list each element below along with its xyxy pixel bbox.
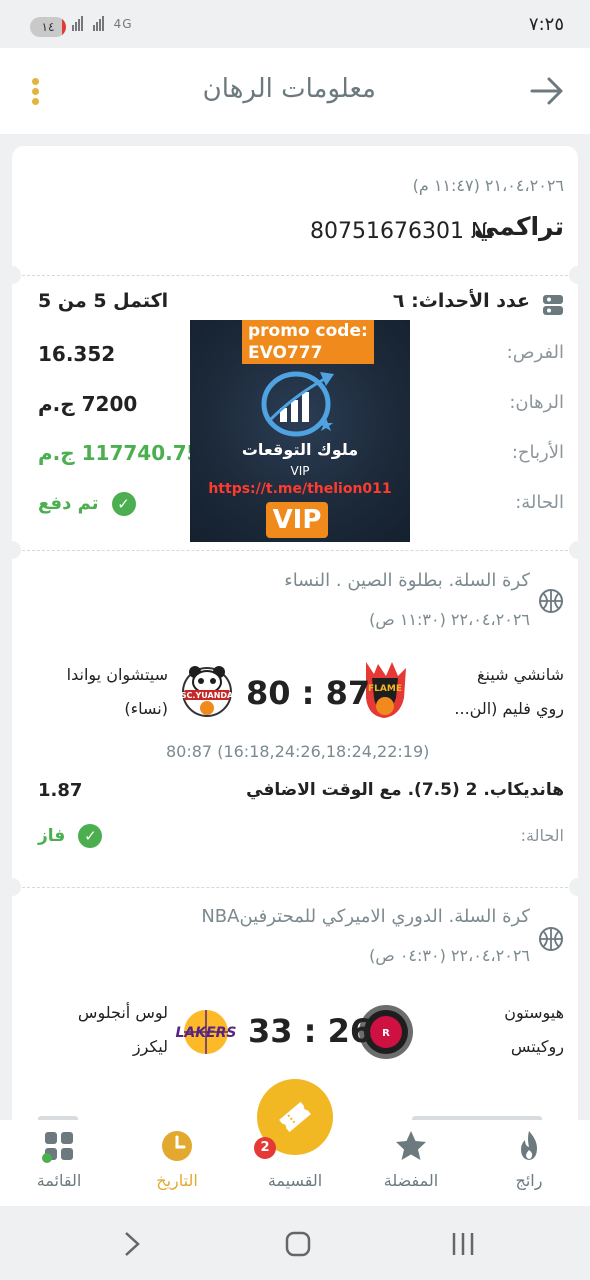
network-type: 4G bbox=[113, 17, 133, 31]
recents-nav-icon[interactable] bbox=[450, 1230, 476, 1258]
svg-text:SC.YUANDA: SC.YUANDA bbox=[181, 691, 234, 700]
away-team: لوس أنجلوس ليكرز bbox=[38, 996, 168, 1064]
event-league: كرة السلة. بطلوة الصين . النساء bbox=[284, 570, 530, 591]
event-status-badge: ✓ فاز bbox=[38, 824, 103, 848]
basketball-icon bbox=[539, 927, 563, 951]
check-icon: ✓ bbox=[78, 824, 103, 848]
event-date: ٢٢،٠٤،٢٠٢٦ (١١:٣٠ ص) bbox=[369, 610, 530, 629]
back-nav-icon[interactable] bbox=[122, 1230, 142, 1258]
promo-overlay-image: promo code: EVO777 ملوك التوقعات VIP htt… bbox=[190, 320, 410, 542]
event-status-value: فاز bbox=[38, 826, 66, 846]
home-team: هيوستون روكيتس bbox=[434, 996, 564, 1064]
event-odd: 1.87 bbox=[38, 780, 83, 801]
events-count: عدد الأحداث: ٦ bbox=[392, 290, 530, 312]
stake-label: الرهان: bbox=[509, 392, 564, 413]
event-date: ٢٢،٠٤،٢٠٢٦ (٠٤:٣٠ ص) bbox=[369, 946, 530, 965]
sc-yuanda-team-logo-icon: SC.YUANDA bbox=[181, 666, 234, 717]
fire-icon bbox=[521, 1131, 537, 1160]
battery-indicator: ١٤ bbox=[30, 17, 66, 37]
nav-item-trending[interactable]: رائج bbox=[470, 1120, 588, 1206]
bet-number: 80751676301 № bbox=[310, 219, 494, 244]
check-icon: ✓ bbox=[111, 492, 136, 516]
svg-text:R: R bbox=[382, 1028, 390, 1039]
home-team: شانشي شينغ روي فليم (الن... bbox=[414, 658, 564, 726]
promo-vip-small: VIP bbox=[290, 464, 310, 478]
away-team-name-cont: (نساء) bbox=[124, 699, 168, 718]
nav-item-menu[interactable]: القائمة bbox=[0, 1120, 118, 1206]
coupon-count-badge: 2 bbox=[254, 1137, 276, 1159]
nav-label: التاريخ bbox=[156, 1171, 198, 1190]
promo-vip-badge: VIP bbox=[266, 502, 328, 538]
star-icon bbox=[396, 1131, 426, 1160]
bet-date: ٢١،٠٤،٢٠٢٦ (١١:٤٧ م) bbox=[412, 176, 564, 195]
odds-value: 16.352 bbox=[38, 342, 116, 366]
away-team-name-cont: ليكرز bbox=[132, 1037, 168, 1056]
nav-label: القائمة bbox=[36, 1171, 82, 1190]
event-status-label: الحالة: bbox=[520, 826, 564, 845]
stake-value: 7200 ج.م bbox=[38, 392, 138, 416]
chart-growth-icon bbox=[261, 371, 334, 437]
promo-code-value: EVO777 bbox=[248, 343, 323, 363]
bet-card: ٢١،٠٤،٢٠٢٦ (١١:٤٧ م) تراكمي 80751676301 … bbox=[12, 146, 578, 1146]
bet-market: هانديكاب. 2 (7.5). مع الوقت الاضافي bbox=[246, 780, 564, 800]
status-value: تم دفع bbox=[38, 493, 99, 514]
home-team-name-cont: روي فليم (الن... bbox=[454, 699, 564, 718]
back-arrow-icon[interactable] bbox=[530, 76, 564, 106]
clock: ٧:٢٥ bbox=[528, 14, 564, 35]
signal-icon: 4G bbox=[72, 16, 133, 31]
event-league: كرة السلة. الدوري الاميركي للمحترفينNBA bbox=[201, 906, 530, 927]
away-team-name: سيتشوان يواندا bbox=[66, 665, 168, 684]
svg-text:FLAME: FLAME bbox=[368, 684, 402, 694]
promo-brand-name: ملوك التوقعات bbox=[241, 440, 359, 459]
home-team-name-cont: روكيتس bbox=[510, 1037, 564, 1056]
away-team-name: لوس أنجلوس bbox=[77, 1003, 168, 1022]
away-team: سيتشوان يواندا (نساء) bbox=[38, 658, 168, 726]
nav-item-history[interactable]: التاريخ bbox=[118, 1120, 236, 1206]
page-title: معلومات الرهان bbox=[202, 74, 376, 104]
home-nav-icon[interactable] bbox=[284, 1230, 312, 1258]
clock-icon bbox=[162, 1131, 192, 1161]
completed-count: اكتمل 5 من 5 bbox=[38, 290, 169, 312]
svg-text:LAKERS: LAKERS bbox=[175, 1025, 236, 1041]
home-team-name: شانشي شينغ bbox=[476, 665, 564, 684]
match-score: 80 : 87 bbox=[246, 674, 371, 712]
coupon-icon bbox=[543, 295, 563, 315]
match-score: 33 : 26 bbox=[248, 1012, 373, 1050]
status-bar: ١٤ 4G ٧:٢٥ bbox=[0, 0, 590, 48]
status-badge: ✓ تم دفع bbox=[38, 492, 136, 516]
home-team-name: هيوستون bbox=[504, 1003, 564, 1022]
app-bar: معلومات الرهان bbox=[0, 48, 590, 134]
lakers-team-logo-icon: LAKERS bbox=[175, 1010, 237, 1054]
system-navigation-bar bbox=[0, 1206, 590, 1280]
promo-link: https://t.me/thelion011 bbox=[208, 481, 392, 497]
promo-code-label: promo code: bbox=[248, 321, 368, 341]
nav-label: المفضلة bbox=[383, 1171, 439, 1190]
nav-item-favorites[interactable]: المفضلة bbox=[352, 1120, 470, 1206]
status-label: الحالة: bbox=[515, 492, 564, 513]
ticket-icon bbox=[279, 1101, 311, 1133]
promo-code: promo code: EVO777 bbox=[242, 320, 374, 364]
nav-label: القسيمة bbox=[267, 1171, 323, 1190]
winnings-value: 117740.75 ج.م bbox=[38, 441, 201, 465]
basketball-icon bbox=[539, 589, 563, 613]
nav-label: رائج bbox=[515, 1171, 543, 1190]
odds-label: الفرص: bbox=[506, 342, 564, 363]
grid-icon bbox=[42, 1132, 73, 1163]
more-menu-icon[interactable] bbox=[32, 76, 42, 106]
winnings-label: الأرباح: bbox=[511, 442, 564, 463]
set-scores: 80:87 (16:18,24:26,18:24,22:19) bbox=[166, 742, 430, 761]
